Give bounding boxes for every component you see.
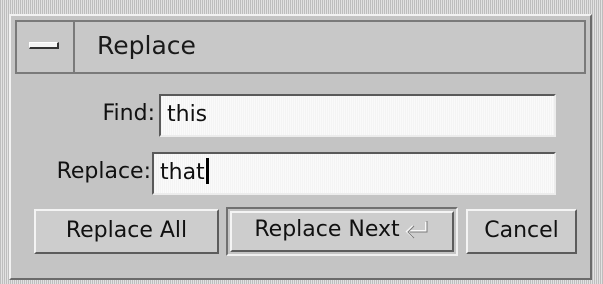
return-key-icon [404,216,430,250]
find-input[interactable]: this [159,94,556,137]
replace-next-label: Replace Next [254,217,400,242]
text-caret [205,158,209,184]
window-menu-button[interactable] [17,22,75,72]
replace-input[interactable]: that [152,152,556,195]
cancel-button[interactable]: Cancel [466,209,577,254]
find-input-value: this [167,102,208,127]
replace-label: Replace: [56,159,151,184]
replace-all-button[interactable]: Replace All [34,209,219,254]
replace-all-label: Replace All [65,218,188,243]
replace-next-button[interactable]: Replace Next [226,207,458,256]
replace-input-value: that [160,160,205,185]
window-title: Replace [97,31,196,60]
cancel-label: Cancel [484,218,559,243]
find-label: Find: [102,101,156,126]
title-bar[interactable]: Replace [15,20,586,74]
replace-dialog: Replace Find: this Replace: that Replace… [9,14,592,280]
window-menu-icon [29,42,59,49]
